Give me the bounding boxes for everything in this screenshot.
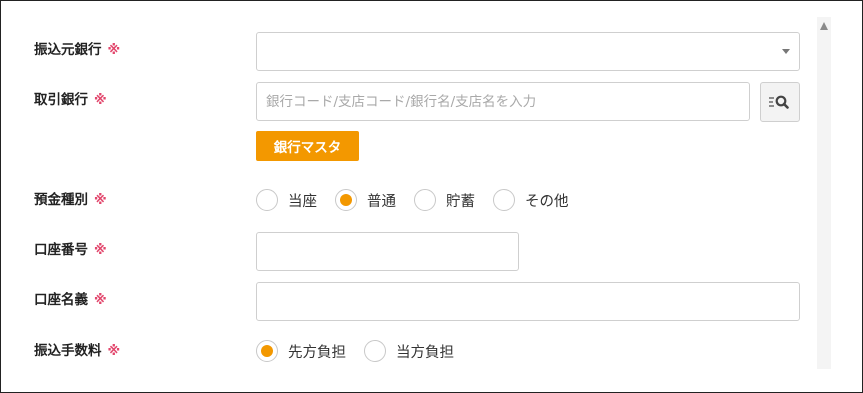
account-type-option-ordinary[interactable]: 普通 [335,189,396,211]
transfer-fee-label: 振込手数料 ※ [34,342,120,361]
account-type-label: 預金種別 ※ [34,191,107,210]
account-name-label: 口座名義 ※ [34,291,107,310]
source-bank-select[interactable] [256,32,800,71]
radio-label: その他 [525,193,569,210]
transfer-fee-option-sender[interactable]: 当方負担 [364,340,454,362]
vertical-scrollbar[interactable] [817,17,831,369]
radio-unchecked[interactable] [493,189,515,211]
account-type-option-checking[interactable]: 当座 [256,189,317,211]
account-type-option-other[interactable]: その他 [493,189,569,211]
account-number-input[interactable] [256,232,519,271]
radio-unchecked[interactable] [256,189,278,211]
radio-unchecked[interactable] [364,340,386,362]
account-type-radio-group: 当座 普通 貯蓄 その他 [256,189,569,211]
radio-dot [261,345,273,357]
transfer-fee-radio-group: 先方負担 当方負担 [256,340,454,362]
partner-bank-label: 取引銀行 ※ [34,91,107,110]
scroll-up-arrow-icon[interactable] [820,22,828,30]
required-mark: ※ [94,243,107,258]
transfer-fee-option-recipient[interactable]: 先方負担 [256,340,346,362]
radio-checked[interactable] [256,340,278,362]
bank-search-button[interactable] [760,82,800,122]
radio-label: 貯蓄 [446,193,475,210]
account-type-label-text: 預金種別 [34,192,88,208]
required-mark: ※ [94,93,107,108]
required-mark: ※ [94,293,107,308]
account-name-label-text: 口座名義 [34,292,88,308]
radio-dot [340,194,352,206]
partner-bank-label-text: 取引銀行 [34,92,88,108]
radio-label: 当座 [288,193,317,210]
list-search-icon [769,95,789,109]
transfer-fee-label-text: 振込手数料 [34,343,102,359]
account-number-label-text: 口座番号 [34,242,88,258]
required-mark: ※ [107,43,121,58]
radio-label: 当方負担 [396,344,454,361]
account-number-label: 口座番号 ※ [34,241,107,260]
source-bank-label-text: 振込元銀行 [34,42,102,58]
source-bank-label: 振込元銀行 ※ [34,41,120,60]
radio-checked[interactable] [335,189,357,211]
chevron-down-icon [782,49,790,54]
bank-account-form-panel: 振込元銀行 ※ 取引銀行 ※ 銀行マスタ 預金種別 ※ 当座 普通 [0,0,863,393]
partner-bank-search-input[interactable] [256,82,750,121]
radio-label: 先方負担 [288,344,346,361]
account-type-option-savings[interactable]: 貯蓄 [414,189,475,211]
required-mark: ※ [94,193,107,208]
required-mark: ※ [107,344,121,359]
bank-master-button[interactable]: 銀行マスタ [256,131,359,161]
radio-unchecked[interactable] [414,189,436,211]
account-name-input[interactable] [256,282,800,321]
radio-label: 普通 [367,193,396,210]
